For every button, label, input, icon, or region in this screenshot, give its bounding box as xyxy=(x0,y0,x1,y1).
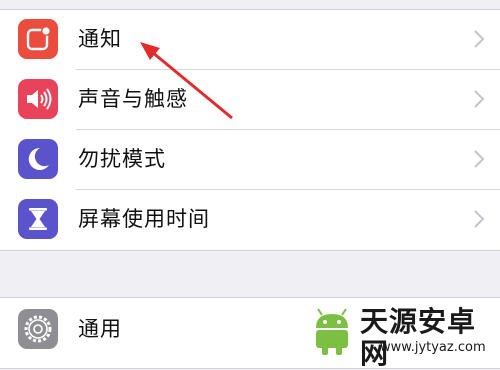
settings-row-do-not-disturb[interactable]: 勿扰模式 xyxy=(0,130,500,190)
watermark-url: www.jytyaz.com xyxy=(380,340,486,355)
settings-row-screen-time[interactable]: 屏幕使用时间 xyxy=(0,190,500,250)
settings-row-label: 屏幕使用时间 xyxy=(78,207,210,231)
chevron-right-icon xyxy=(474,150,485,168)
settings-row-notifications[interactable]: 通知 xyxy=(0,10,500,70)
notifications-icon xyxy=(18,19,58,59)
settings-row-label: 声音与触感 xyxy=(78,87,188,111)
speaker-icon xyxy=(18,79,58,119)
moon-icon xyxy=(18,139,58,179)
settings-row-sounds[interactable]: 声音与触感 xyxy=(0,70,500,130)
chevron-right-icon xyxy=(474,90,485,108)
android-logo-icon xyxy=(316,308,348,355)
watermark-title: 天源安卓网 xyxy=(360,305,477,370)
hourglass-icon xyxy=(18,199,58,239)
settings-row-label: 勿扰模式 xyxy=(78,147,166,171)
settings-row-label: 通用 xyxy=(78,317,122,341)
gear-icon xyxy=(18,309,58,349)
watermark: 天源安卓网 www.jytyaz.com xyxy=(300,300,500,370)
chevron-right-icon xyxy=(474,30,485,48)
settings-row-label: 通知 xyxy=(78,27,122,51)
settings-group-main: 通知 声音与触感 勿扰模式 屏幕使用时间 xyxy=(0,9,500,251)
chevron-right-icon xyxy=(474,210,485,228)
